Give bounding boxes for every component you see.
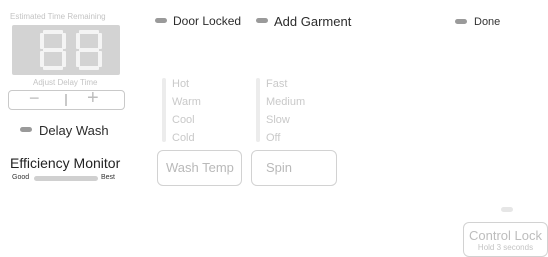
time-display: [12, 25, 120, 75]
delay-wash-button[interactable]: Delay Wash: [39, 123, 109, 138]
control-lock-button[interactable]: Control Lock Hold 3 seconds: [463, 222, 548, 257]
wash-temp-option-cool: Cool: [172, 114, 195, 126]
wash-temp-button[interactable]: Wash Temp: [157, 150, 242, 186]
control-lock-led: [501, 207, 513, 212]
delay-time-stepper: − +: [8, 87, 125, 110]
spin-option-off: Off: [266, 132, 281, 144]
done-led: [455, 19, 467, 24]
display-digit: [40, 30, 66, 70]
efficiency-best-label: Best: [101, 174, 116, 181]
stepper-divider: [65, 94, 67, 106]
delay-wash-led: [20, 127, 32, 132]
done-label: Done: [474, 16, 501, 28]
minus-button[interactable]: −: [29, 88, 40, 109]
wash-temp-option-cold: Cold: [172, 132, 195, 144]
door-locked-label: Door Locked: [173, 14, 242, 28]
spin-option-slow: Slow: [266, 114, 290, 126]
door-locked-led: [155, 18, 167, 23]
spin-option-medium: Medium: [266, 96, 306, 108]
control-lock-label: Control Lock: [469, 228, 542, 243]
spin-button[interactable]: Spin: [251, 150, 337, 186]
display-bottom-label: Adjust Delay Time: [33, 78, 98, 87]
efficiency-title: Efficiency Monitor: [10, 155, 121, 171]
wash-temp-option-hot: Hot: [172, 78, 190, 90]
display-top-label: Estimated Time Remaining: [10, 12, 106, 21]
spin-option-fast: Fast: [266, 78, 288, 90]
wash-temp-option-warm: Warm: [172, 96, 201, 108]
efficiency-bar: [34, 176, 98, 181]
control-lock-sublabel: Hold 3 seconds: [477, 243, 534, 252]
display-digit: [76, 30, 102, 70]
efficiency-good-label: Good: [12, 174, 30, 181]
add-garment-led: [256, 18, 268, 23]
wash-temp-indicator-track: [162, 78, 166, 142]
add-garment-button[interactable]: Add Garment: [274, 14, 351, 29]
spin-indicator-track: [256, 78, 260, 142]
plus-button[interactable]: +: [87, 87, 99, 110]
